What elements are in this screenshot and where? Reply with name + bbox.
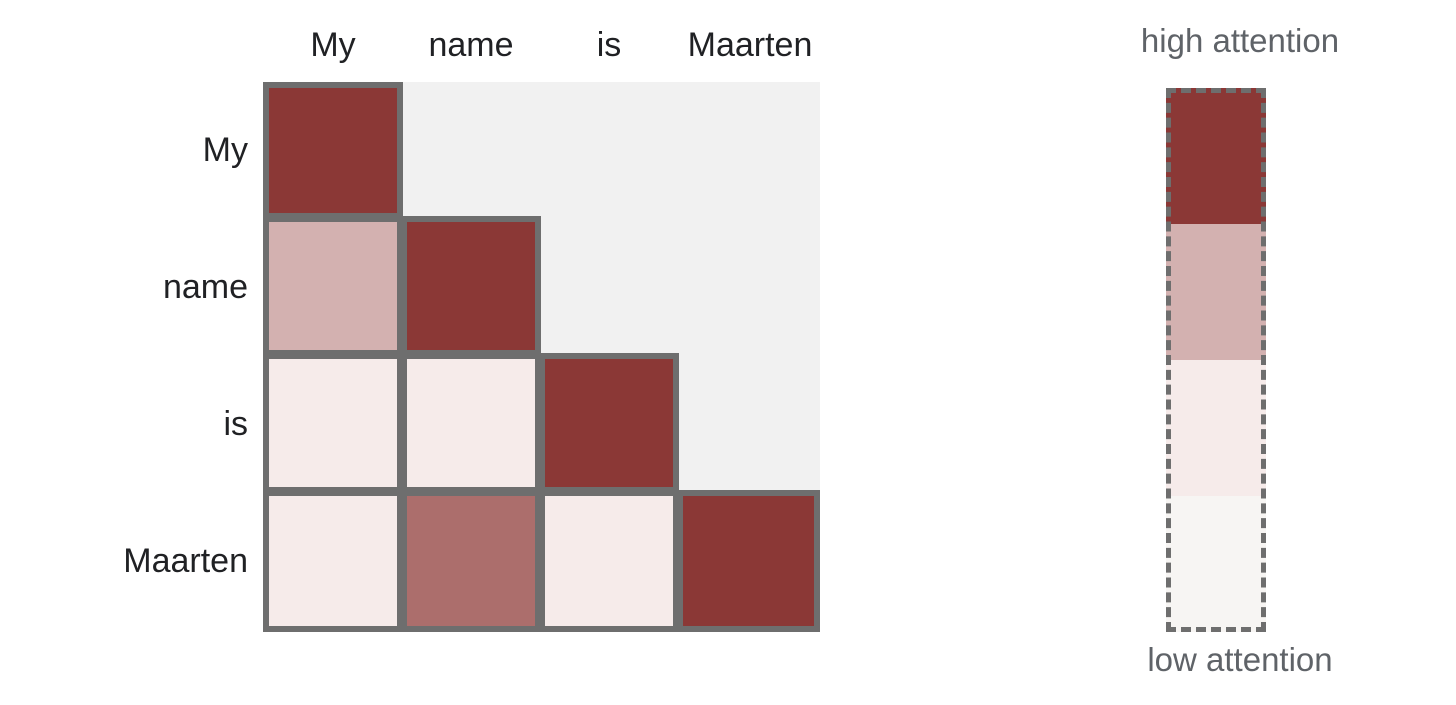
heat-cell-fill (545, 359, 673, 487)
row-header-1: name (162, 268, 248, 306)
legend-colorbar (1166, 88, 1266, 632)
heat-cell-fill (407, 359, 535, 487)
row-header-2: is (223, 405, 248, 443)
column-header-0: My (310, 26, 356, 64)
heat-cell-is-name[interactable] (401, 353, 541, 493)
heat-cell-fill (269, 222, 397, 350)
heat-cell-maarten-maarten[interactable] (677, 490, 820, 632)
legend-swatch-1 (1166, 224, 1266, 360)
column-header-3: Maarten (687, 26, 813, 64)
heat-cell-is-is[interactable] (539, 353, 679, 493)
heat-cell-name-my[interactable] (263, 216, 403, 356)
heat-cell-fill (407, 222, 535, 350)
column-header-2: is (596, 26, 622, 64)
heat-cell-fill (269, 359, 397, 487)
heat-cell-is-my[interactable] (263, 353, 403, 493)
heat-cell-fill (407, 496, 535, 626)
row-header-0: My (202, 131, 248, 169)
legend-high-label: high attention (1140, 22, 1340, 59)
heat-cell-maarten-name[interactable] (401, 490, 541, 632)
attention-matrix-figure: My name is Maarten My name is Maarten (0, 0, 900, 705)
heat-cell-fill (683, 496, 814, 626)
legend-low-label: low attention (1147, 641, 1333, 678)
attention-legend: high attention low attention (1040, 0, 1440, 705)
legend-swatch-3 (1166, 496, 1266, 632)
legend-swatch-2 (1166, 360, 1266, 496)
heat-cell-name-name[interactable] (401, 216, 541, 356)
heat-cell-maarten-is[interactable] (539, 490, 679, 632)
heat-cell-fill (269, 88, 397, 213)
heat-cell-maarten-my[interactable] (263, 490, 403, 632)
heat-cell-my-my[interactable] (263, 82, 403, 219)
masked-region-row-3 (679, 356, 820, 493)
row-header-3: Maarten (123, 542, 248, 580)
heat-cell-fill (269, 496, 397, 626)
legend-swatch-0 (1166, 88, 1266, 224)
masked-region-row-2 (541, 219, 820, 356)
masked-region-row-1 (403, 82, 820, 219)
heat-cell-fill (545, 496, 673, 626)
column-header-1: name (428, 26, 514, 64)
